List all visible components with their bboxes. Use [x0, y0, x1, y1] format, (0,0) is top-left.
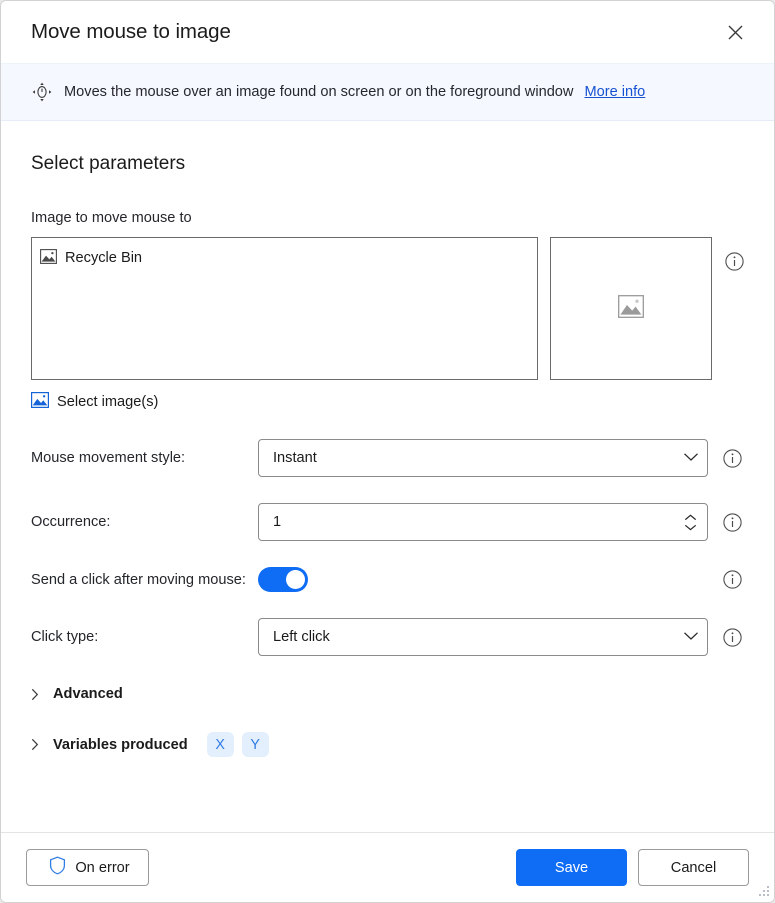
on-error-label: On error: [75, 859, 130, 876]
row-occurrence: Occurrence: 1: [31, 503, 744, 541]
section-title: Select parameters: [31, 153, 186, 174]
mouse-movement-style-dropdown[interactable]: Instant: [258, 439, 708, 477]
shield-icon: [49, 856, 66, 879]
occurrence-input[interactable]: 1: [258, 503, 708, 541]
chevron-down-icon: [683, 450, 699, 466]
dropdown-value: Left click: [273, 629, 330, 645]
click-type-dropdown[interactable]: Left click: [258, 618, 708, 656]
row-label: Send a click after moving mouse:: [31, 571, 246, 588]
chevron-down-icon[interactable]: [684, 524, 697, 531]
chevron-right-icon: [31, 688, 41, 701]
row-label: Occurrence:: [31, 514, 111, 530]
variables-produced-expander[interactable]: Variables produced X Y: [31, 732, 744, 757]
row-send-click-after-moving: Send a click after moving mouse:: [31, 567, 744, 592]
select-images-button[interactable]: Select image(s): [31, 392, 158, 412]
image-picker-row: Recycle Bin: [31, 237, 744, 380]
image-icon-blue: [31, 392, 49, 412]
close-icon[interactable]: [714, 13, 756, 51]
dropdown-value: Instant: [273, 450, 317, 466]
image-placeholder-icon: [618, 294, 645, 323]
image-list[interactable]: Recycle Bin: [31, 237, 539, 380]
row-click-type: Click type: Left click: [31, 618, 744, 656]
dialog-body: Select parameters Image to move mouse to…: [1, 121, 774, 832]
row-label: Mouse movement style:: [31, 450, 186, 466]
page-title: Move mouse to image: [31, 20, 231, 43]
variable-pill-x[interactable]: X: [206, 732, 234, 757]
more-info-link[interactable]: More info: [584, 84, 645, 100]
variable-pills: X Y: [206, 732, 269, 757]
cancel-button[interactable]: Cancel: [638, 849, 749, 886]
occurrence-value: 1: [273, 514, 282, 530]
cancel-label: Cancel: [670, 859, 717, 876]
info-icon[interactable]: [722, 627, 742, 647]
info-icon[interactable]: [722, 570, 742, 590]
description-banner: Moves the mouse over an image found on s…: [1, 63, 774, 121]
advanced-expander[interactable]: Advanced: [31, 686, 744, 702]
row-mouse-movement-style: Mouse movement style: Instant: [31, 439, 744, 477]
info-icon[interactable]: [724, 251, 744, 271]
chevron-down-icon: [683, 629, 699, 645]
chevron-right-icon: [31, 738, 41, 751]
resize-grip-icon[interactable]: [757, 886, 770, 899]
chevron-up-icon[interactable]: [684, 513, 697, 521]
toggle-wrapper: [258, 567, 708, 592]
advanced-label: Advanced: [53, 686, 123, 702]
info-icon[interactable]: [722, 512, 742, 532]
quantity-stepper[interactable]: [681, 513, 699, 531]
list-item-label: Recycle Bin: [65, 250, 143, 266]
mouse-move-icon: [31, 81, 53, 103]
variable-pill-y[interactable]: Y: [241, 732, 269, 757]
image-field-label: Image to move mouse to: [31, 210, 192, 226]
save-button[interactable]: Save: [516, 849, 627, 886]
banner-description: Moves the mouse over an image found on s…: [64, 84, 574, 100]
select-images-label: Select image(s): [57, 394, 159, 410]
dialog-titlebar: Move mouse to image: [1, 1, 774, 63]
move-mouse-to-image-dialog: Move mouse to image Moves the mouse over…: [0, 0, 775, 903]
save-label: Save: [554, 859, 589, 876]
list-item[interactable]: Recycle Bin: [40, 246, 529, 270]
variables-produced-label: Variables produced: [53, 736, 188, 753]
send-click-toggle[interactable]: [258, 567, 308, 592]
row-label: Click type:: [31, 629, 99, 645]
image-preview-box[interactable]: [550, 237, 712, 380]
dialog-footer: On error Save Cancel: [1, 832, 774, 902]
info-icon[interactable]: [722, 448, 742, 468]
toggle-knob: [286, 570, 305, 589]
image-icon: [40, 248, 57, 268]
on-error-button[interactable]: On error: [26, 849, 149, 886]
